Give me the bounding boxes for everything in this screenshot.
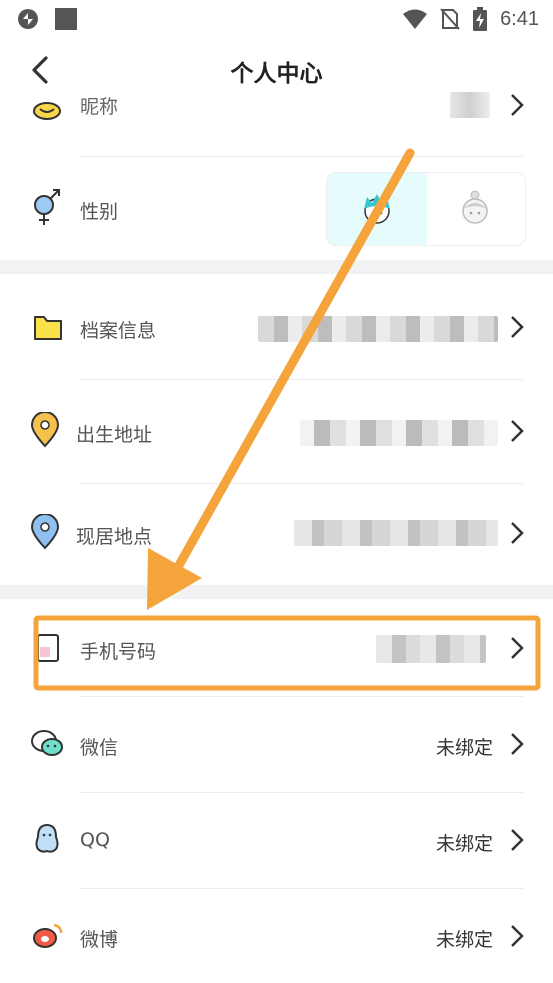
chevron-right-icon: [511, 420, 524, 442]
wechat-row[interactable]: 微信 未绑定: [0, 697, 553, 792]
gender-row: 性别: [0, 157, 553, 260]
residence-value-redacted: [294, 520, 498, 546]
chevron-right-icon: [511, 733, 524, 755]
boy-avatar-icon: [364, 194, 390, 224]
residence-row[interactable]: 现居地点: [0, 484, 553, 585]
nickname-label: 昵称: [80, 96, 119, 118]
chevron-right-icon: [511, 522, 524, 544]
phone-label: 手机号码: [80, 641, 157, 663]
girl-avatar-icon: [462, 190, 488, 224]
gender-toggle: [326, 172, 526, 246]
weibo-icon: [33, 923, 63, 948]
page-title: 个人中心: [230, 61, 323, 87]
weibo-status: 未绑定: [435, 929, 493, 951]
qq-label: QQ: [80, 829, 110, 851]
gender-label: 性别: [80, 201, 119, 223]
battery-charging-icon: [473, 7, 488, 31]
app-notification-icon: [18, 9, 38, 29]
profile-row[interactable]: 档案信息: [0, 274, 553, 379]
location-pin-icon: [30, 412, 60, 448]
gender-female-option[interactable]: [427, 173, 525, 245]
qq-status: 未绑定: [435, 833, 493, 855]
status-bar: 6:41: [0, 0, 553, 38]
gender-icon: [34, 189, 60, 225]
folder-icon: [34, 316, 62, 340]
chevron-right-icon: [511, 316, 524, 338]
weibo-label: 微博: [80, 929, 119, 951]
phone-value-redacted: [376, 635, 486, 663]
wechat-label: 微信: [80, 737, 119, 759]
section-gap: [0, 585, 553, 599]
birthplace-row[interactable]: 出生地址: [0, 380, 553, 483]
weibo-row[interactable]: 微博 未绑定: [0, 889, 553, 983]
section-gap: [0, 260, 553, 274]
nickname-icon: [33, 102, 61, 120]
qq-row[interactable]: QQ 未绑定: [0, 793, 553, 888]
chevron-right-icon: [511, 637, 524, 659]
birthplace-value-redacted: [300, 420, 498, 446]
birthplace-label: 出生地址: [76, 424, 153, 446]
profile-value-redacted: [258, 316, 498, 342]
residence-label: 现居地点: [76, 526, 153, 548]
gender-male-option[interactable]: [327, 173, 427, 245]
nickname-row[interactable]: 昵称: [0, 86, 553, 156]
nickname-value-redacted: [450, 92, 490, 118]
profile-label: 档案信息: [80, 320, 157, 342]
image-notification-icon: [55, 8, 77, 30]
phone-row[interactable]: 手机号码: [0, 599, 553, 696]
phone-icon: [37, 634, 59, 662]
status-time: 6:41: [500, 7, 539, 30]
qq-icon: [35, 823, 59, 853]
chevron-right-icon: [511, 94, 524, 116]
no-sim-icon: [440, 8, 460, 30]
wechat-status: 未绑定: [435, 737, 493, 759]
chevron-right-icon: [511, 925, 524, 947]
chevron-right-icon: [511, 829, 524, 851]
wifi-icon: [403, 9, 428, 29]
map-pin-icon: [30, 514, 60, 550]
wechat-icon: [31, 730, 63, 756]
